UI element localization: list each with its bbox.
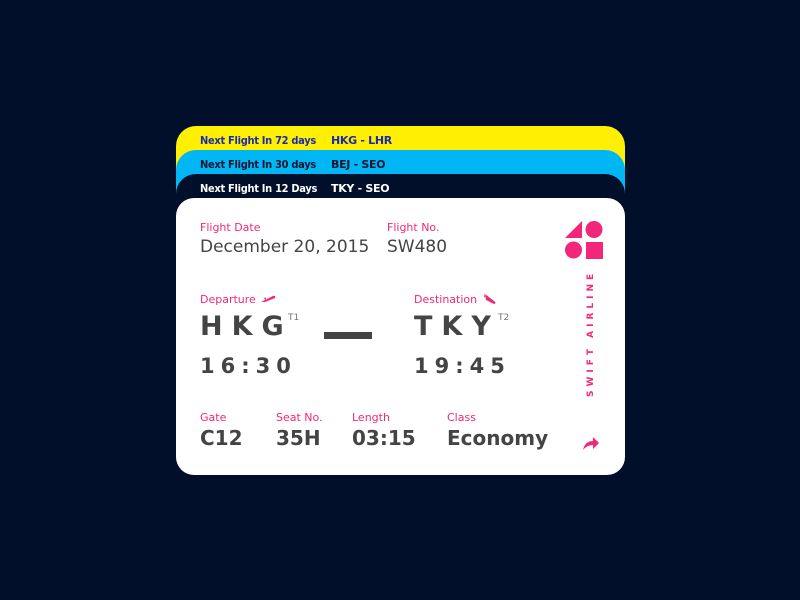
flight-no: SW480 (387, 237, 448, 257)
departure-terminal: T1 (288, 313, 300, 323)
length-value: 03:15 (352, 426, 416, 450)
destination-time: 19:45 (414, 354, 511, 378)
seat-value: 35H (276, 426, 321, 450)
tab-route: BEJ - SEO (331, 158, 386, 171)
class-value: Economy (447, 426, 549, 450)
tab-route: HKG - LHR (331, 134, 392, 147)
class-label: Class (447, 411, 476, 424)
flight-no-label: Flight No. (387, 221, 440, 234)
landing-icon (484, 293, 496, 304)
destination-code: TKY (414, 311, 500, 342)
departure-label: Departure (200, 293, 256, 306)
tab-label: Next Flight In 30 days (200, 158, 316, 171)
tab-label: Next Flight In 72 days (200, 134, 316, 147)
gate-label: Gate (200, 411, 227, 424)
flight-date: December 20, 2015 (200, 237, 370, 257)
tab-route: TKY - SEO (331, 182, 390, 195)
airline-name: SWIFT AIRLINE (586, 269, 596, 397)
destination-label: Destination (414, 293, 478, 306)
departure-code: HKG (200, 311, 293, 342)
boarding-pass-card: Flight Date December 20, 2015 Flight No.… (176, 198, 625, 475)
seat-label: Seat No. (276, 411, 323, 424)
tab-label: Next Flight In 12 Days (200, 182, 318, 195)
airline-logo-icon (565, 221, 603, 259)
destination-terminal: T2 (498, 313, 510, 323)
share-icon[interactable] (582, 436, 600, 451)
route-divider (324, 332, 372, 339)
length-label: Length (352, 411, 390, 424)
flight-date-label: Flight Date (200, 221, 261, 234)
gate-value: C12 (200, 426, 243, 450)
takeoff-icon (261, 295, 276, 302)
departure-time: 16:30 (200, 354, 297, 378)
